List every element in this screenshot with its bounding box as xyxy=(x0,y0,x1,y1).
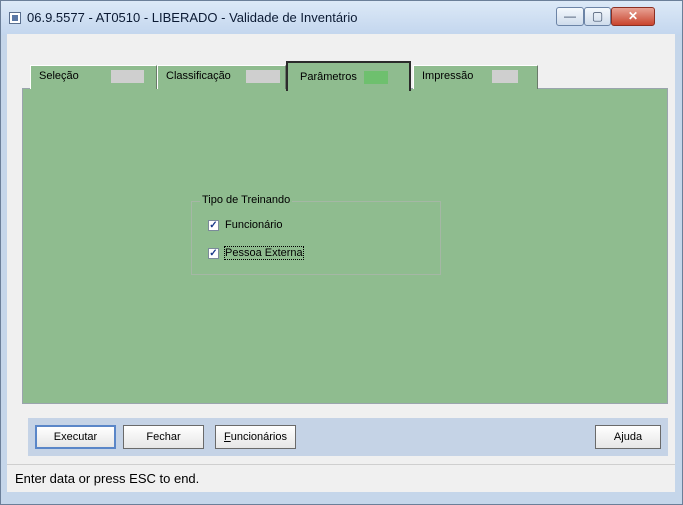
close-button[interactable]: ✕ xyxy=(611,7,655,26)
title-bar[interactable]: 06.9.5577 - AT0510 - LIBERADO - Validade… xyxy=(1,1,682,35)
minimize-button[interactable]: — xyxy=(556,7,584,26)
checkbox-checked-icon[interactable]: ✓ xyxy=(208,248,219,259)
ajuda-button[interactable]: Ajuda xyxy=(595,425,661,449)
checkbox-label: Funcionário xyxy=(225,219,283,231)
mnemonic-letter: F xyxy=(224,431,231,443)
tab-label: Seleção xyxy=(39,70,79,82)
status-text: Enter data or press ESC to end. xyxy=(15,471,200,486)
group-title: Tipo de Treinando xyxy=(200,194,293,206)
app-icon[interactable] xyxy=(9,12,21,24)
status-bar: Enter data or press ESC to end. xyxy=(7,464,675,492)
funcionarios-button[interactable]: Funcionários xyxy=(215,425,296,449)
maximize-button[interactable]: ▢ xyxy=(584,7,611,26)
tab-label: Parâmetros xyxy=(300,71,357,83)
tab-classificacao[interactable]: Classificação xyxy=(157,65,286,89)
tab-selecao[interactable]: Seleção xyxy=(30,65,157,89)
tab-label: Impressão xyxy=(422,70,474,82)
tab-impressao[interactable]: Impressão xyxy=(413,65,538,89)
tab-label: Classificação xyxy=(166,70,231,82)
tab-color-swatch xyxy=(492,70,518,83)
checkbox-label: Pessoa Externa xyxy=(224,246,304,260)
tab-color-swatch xyxy=(111,70,144,83)
tab-color-swatch xyxy=(364,71,388,84)
window-title: 06.9.5577 - AT0510 - LIBERADO - Validade… xyxy=(27,10,358,25)
executar-button[interactable]: Executar xyxy=(35,425,116,449)
tab-parametros[interactable]: Parâmetros xyxy=(286,61,411,91)
tipo-de-treinando-group xyxy=(191,201,441,275)
checkbox-checked-icon[interactable]: ✓ xyxy=(208,220,219,231)
button-label-rest: uncionários xyxy=(230,431,287,443)
fechar-button[interactable]: Fechar xyxy=(123,425,204,449)
tab-color-swatch xyxy=(246,70,280,83)
